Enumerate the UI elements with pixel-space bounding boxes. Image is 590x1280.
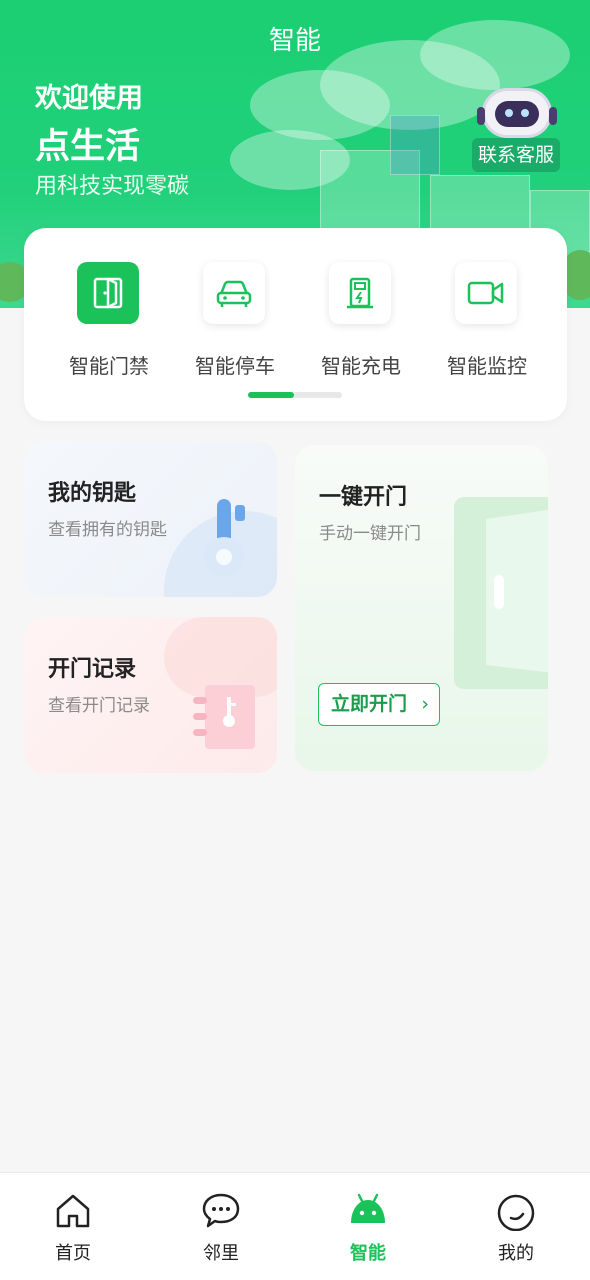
robot-avatar-icon (477, 88, 557, 138)
feature-smart-access[interactable]: 智能门禁 (51, 262, 171, 382)
door-icon (77, 262, 139, 324)
one-key-open-card: 一键开门 手动一键开门 立即开门 › (295, 445, 548, 771)
smart-features-card: 智能门禁 智能停车 智能充电 智能监控 (24, 228, 567, 421)
tab-label: 我的 (498, 1243, 534, 1264)
tab-neighbors[interactable]: 邻里 (171, 1191, 271, 1271)
feature-smart-monitoring[interactable]: 智能监控 (429, 262, 549, 382)
open-records-title: 开门记录 (48, 657, 137, 682)
feature-label: 智能充电 (321, 354, 401, 378)
home-icon (56, 1194, 90, 1228)
open-records-card[interactable]: 开门记录 查看开门记录 (24, 617, 277, 773)
one-key-open-subtitle: 手动一键开门 (319, 524, 421, 544)
tab-mine[interactable]: 我的 (466, 1191, 566, 1271)
smiley-icon (497, 1194, 535, 1231)
android-robot-icon (351, 1193, 385, 1223)
chevron-right-icon: › (421, 693, 429, 715)
one-key-open-title: 一键开门 (319, 485, 408, 510)
car-icon (203, 262, 265, 324)
page-title: 智能 (268, 26, 321, 56)
my-keys-subtitle: 查看拥有的钥匙 (48, 520, 167, 540)
charging-station-icon (329, 262, 391, 324)
door-illustration-icon (454, 497, 548, 689)
app-name: 点生活 (35, 127, 141, 167)
chat-bubble-icon (202, 1193, 240, 1228)
my-keys-title: 我的钥匙 (48, 481, 137, 506)
page-indicator (248, 392, 342, 398)
tab-smart[interactable]: 智能 (318, 1191, 418, 1271)
customer-service-label: 联系客服 (472, 138, 560, 172)
my-keys-card[interactable]: 我的钥匙 查看拥有的钥匙 (24, 441, 277, 597)
record-book-icon (193, 685, 255, 749)
bottom-tab-bar: 首页 邻里 智能 我的 (0, 1172, 590, 1280)
slogan: 用科技实现零碳 (35, 174, 190, 199)
open-records-subtitle: 查看开门记录 (48, 696, 150, 716)
feature-label: 智能监控 (447, 354, 527, 378)
tab-label: 首页 (55, 1243, 91, 1264)
key-icon (204, 499, 245, 577)
feature-smart-parking[interactable]: 智能停车 (177, 262, 297, 382)
welcome-text: 欢迎使用 (35, 83, 143, 114)
customer-service-button[interactable]: 联系客服 (472, 88, 562, 176)
screen-illustration (390, 115, 440, 175)
feature-label: 智能停车 (195, 354, 275, 378)
video-camera-icon (455, 262, 517, 324)
tab-label: 智能 (350, 1243, 386, 1264)
open-door-label: 立即开门 (331, 693, 408, 715)
tab-home[interactable]: 首页 (23, 1191, 123, 1271)
feature-label: 智能门禁 (69, 354, 149, 378)
page-indicator-active (248, 392, 294, 398)
feature-smart-charging[interactable]: 智能充电 (303, 262, 423, 382)
tab-label: 邻里 (203, 1243, 239, 1264)
open-door-button[interactable]: 立即开门 › (318, 683, 440, 726)
